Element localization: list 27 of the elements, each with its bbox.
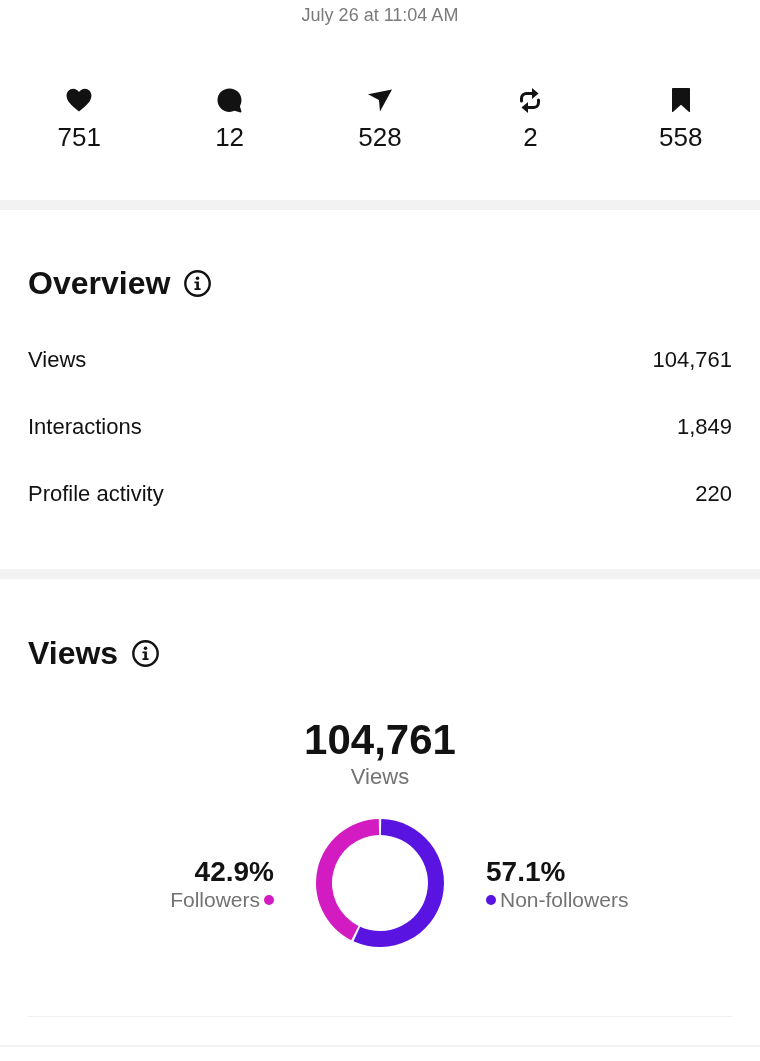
paper-plane-icon	[367, 88, 393, 112]
info-icon[interactable]	[132, 639, 160, 667]
legend-label: Non-followers	[500, 886, 629, 913]
stat-count: 2	[523, 121, 538, 153]
legend-percent: 57.1%	[486, 855, 566, 887]
section-title: Views	[28, 634, 119, 673]
info-icon[interactable]	[184, 269, 212, 297]
total-views-caption: Views	[350, 764, 410, 790]
metric-label: Profile activity	[28, 480, 164, 507]
stat-count: 558	[659, 121, 703, 153]
stat-count: 528	[358, 121, 402, 153]
bookmark-icon	[669, 87, 692, 113]
stat-count: 12	[215, 121, 245, 153]
metric-label: Views	[28, 346, 87, 373]
heart-icon	[66, 88, 93, 112]
metric-value: 220	[695, 480, 732, 507]
section-title: Overview	[28, 264, 171, 303]
repeat-icon	[519, 86, 542, 114]
legend-label: Followers	[170, 886, 260, 913]
post-timestamp: July 26 at 11:04 AM	[301, 4, 459, 26]
speech-bubble-icon	[217, 87, 243, 113]
metric-value: 1,849	[676, 413, 732, 440]
stat-count: 751	[57, 121, 101, 153]
metric-value: 104,761	[652, 346, 732, 373]
legend-percent: 42.9%	[194, 855, 274, 887]
total-views: 104,761	[304, 716, 456, 764]
metric-label: Interactions	[28, 413, 142, 440]
